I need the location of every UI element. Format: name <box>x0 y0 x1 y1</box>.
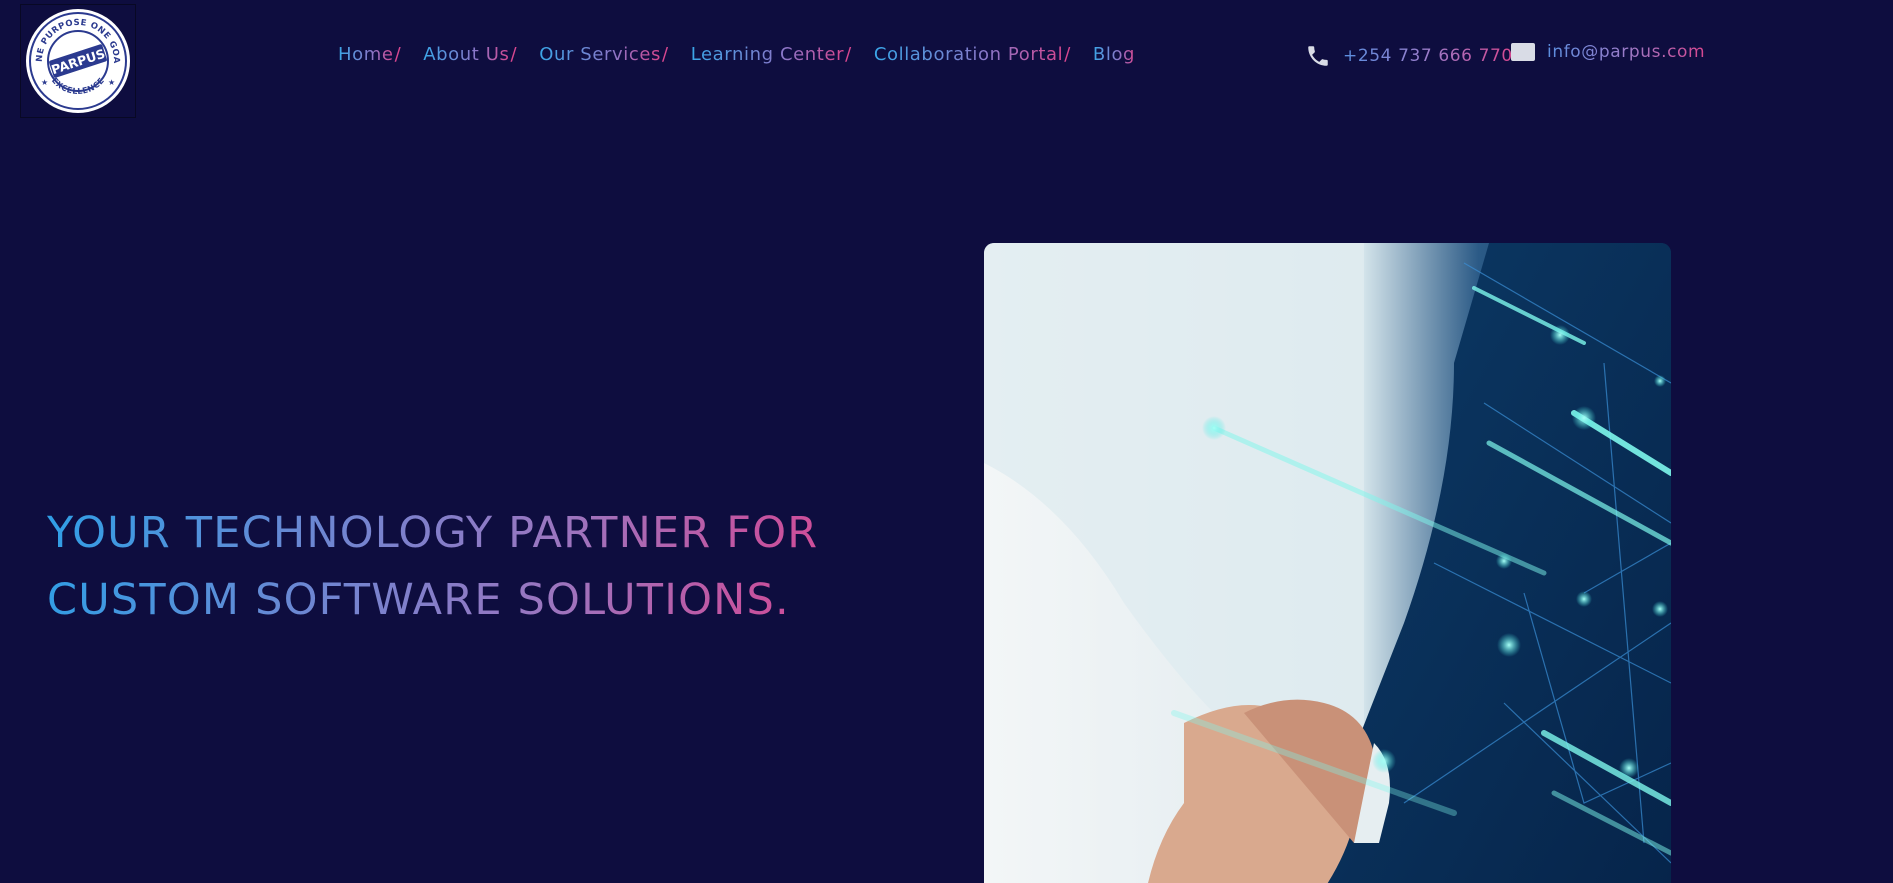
nav-separator: / <box>394 44 402 65</box>
parpus-logo-icon: ONE PURPOSE ONE GOAL EXCELLENCE ★ ★ PARP… <box>24 7 130 113</box>
nav-label: Learning Center <box>690 44 845 65</box>
svg-text:★: ★ <box>41 78 48 87</box>
nav-item-blog[interactable]: Blog <box>1093 44 1135 65</box>
nav-label: About Us <box>423 44 510 65</box>
svg-text:★: ★ <box>108 78 115 87</box>
nav-item-our-services[interactable]: Our Services / <box>539 44 668 65</box>
hero-title: YOUR TECHNOLOGY PARTNER FOR CUSTOM SOFTW… <box>47 500 977 634</box>
handshake-network-image <box>984 243 1671 883</box>
nav-separator: / <box>510 44 518 65</box>
nav-label: Our Services <box>539 44 662 65</box>
nav-item-about-us[interactable]: About Us / <box>423 44 517 65</box>
nav-label: Blog <box>1092 44 1136 65</box>
nav-label: Collaboration Portal <box>873 44 1064 65</box>
page: ONE PURPOSE ONE GOAL EXCELLENCE ★ ★ PARP… <box>0 0 1893 883</box>
main-nav: Home / About Us / Our Services / Learning C… <box>338 44 1157 65</box>
email-address: info@parpus.com <box>1547 42 1706 62</box>
nav-item-home[interactable]: Home / <box>338 44 401 65</box>
nav-separator: / <box>1064 44 1071 65</box>
email-contact[interactable]: info@parpus.com <box>1511 42 1705 62</box>
nav-item-collaboration-portal[interactable]: Collaboration Portal / <box>874 44 1071 65</box>
mail-icon <box>1511 43 1535 61</box>
site-logo[interactable]: ONE PURPOSE ONE GOAL EXCELLENCE ★ ★ PARP… <box>20 4 136 118</box>
phone-contact[interactable]: +254 737 666 770 <box>1305 42 1513 70</box>
nav-item-learning-center[interactable]: Learning Center / <box>691 44 852 65</box>
phone-icon <box>1305 42 1331 70</box>
phone-number: +254 737 666 770 <box>1343 46 1513 66</box>
nav-separator: / <box>662 44 669 65</box>
nav-label: Home <box>338 44 394 65</box>
nav-separator: / <box>845 44 852 65</box>
